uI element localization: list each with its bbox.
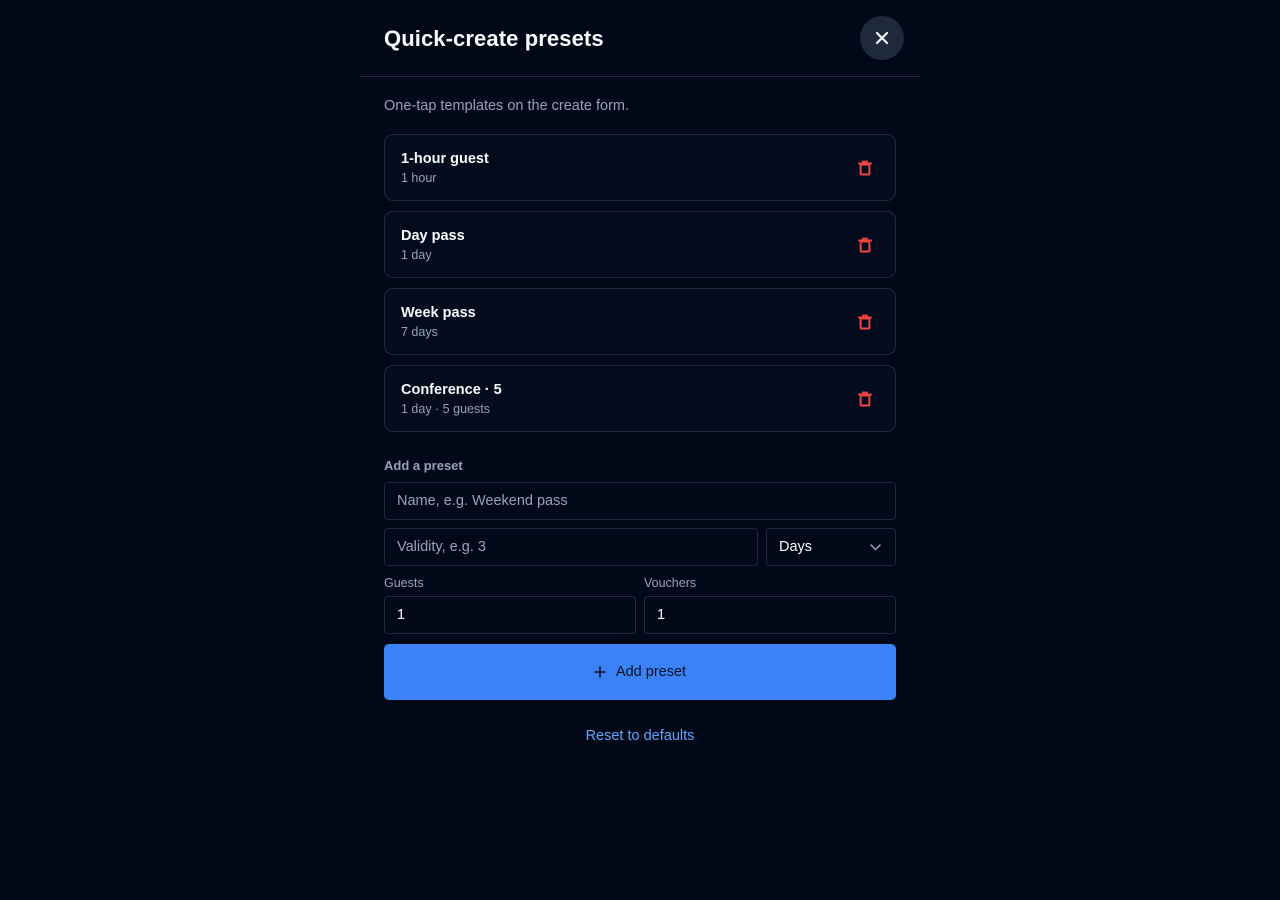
add-preset-heading: Add a preset xyxy=(384,458,463,473)
page-title: Quick-create presets xyxy=(384,26,604,51)
preset-detail: 7 days xyxy=(401,324,438,339)
delete-preset-button[interactable] xyxy=(853,310,877,334)
preset-name: 1-hour guest xyxy=(401,150,489,167)
preset-name: Conference · 5 xyxy=(401,381,502,398)
preset-name: Week pass xyxy=(401,304,476,321)
guests-label: Guests xyxy=(384,576,424,590)
preset-item[interactable]: Day pass 1 day xyxy=(384,211,896,278)
sheet-body: One-tap templates on the create form. 1-… xyxy=(360,98,920,744)
validity-unit-value: Days xyxy=(779,539,813,555)
guests-input[interactable] xyxy=(384,596,636,634)
plus-icon xyxy=(594,666,606,678)
preset-item[interactable]: 1-hour guest 1 hour xyxy=(384,134,896,201)
guests-field: Guests xyxy=(384,566,636,634)
delete-preset-button[interactable] xyxy=(853,387,877,411)
preset-list: 1-hour guest 1 hour Day pass 1 day Week … xyxy=(384,134,896,432)
trash-icon xyxy=(858,160,872,175)
delete-preset-button[interactable] xyxy=(853,233,877,257)
close-button[interactable] xyxy=(860,16,904,60)
validity-row: Days xyxy=(384,528,896,566)
chevron-down-icon xyxy=(870,543,881,550)
validity-unit-select[interactable]: Days xyxy=(766,528,896,566)
vouchers-label: Vouchers xyxy=(644,576,697,590)
preset-detail: 1 day · 5 guests xyxy=(401,401,490,416)
preset-text: 1-hour guest 1 hour xyxy=(401,151,489,185)
trash-icon xyxy=(858,314,872,329)
delete-preset-button[interactable] xyxy=(853,156,877,180)
preset-name-input[interactable] xyxy=(384,482,896,520)
reset-defaults-link[interactable]: Reset to defaults xyxy=(384,728,896,744)
presets-sheet: Quick-create presets One-tap templates o… xyxy=(360,0,920,900)
vouchers-input[interactable] xyxy=(644,596,896,634)
preset-item[interactable]: Week pass 7 days xyxy=(384,288,896,355)
subtitle: One-tap templates on the create form. xyxy=(384,98,630,114)
trash-icon xyxy=(858,237,872,252)
preset-text: Conference · 5 1 day · 5 guests xyxy=(401,382,502,416)
preset-text: Week pass 7 days xyxy=(401,305,476,339)
sheet-header: Quick-create presets xyxy=(360,0,920,77)
preset-name: Day pass xyxy=(401,227,465,244)
vouchers-field: Vouchers xyxy=(644,566,896,634)
add-preset-button[interactable]: Add preset xyxy=(384,644,896,700)
trash-icon xyxy=(858,391,872,406)
preset-detail: 1 day xyxy=(401,247,432,262)
close-icon xyxy=(875,31,889,45)
preset-item[interactable]: Conference · 5 1 day · 5 guests xyxy=(384,365,896,432)
preset-detail: 1 hour xyxy=(401,170,437,185)
counts-row: Guests Vouchers xyxy=(384,566,896,634)
preset-text: Day pass 1 day xyxy=(401,228,465,262)
add-preset-label: Add preset xyxy=(615,664,687,680)
validity-input[interactable] xyxy=(384,528,758,566)
